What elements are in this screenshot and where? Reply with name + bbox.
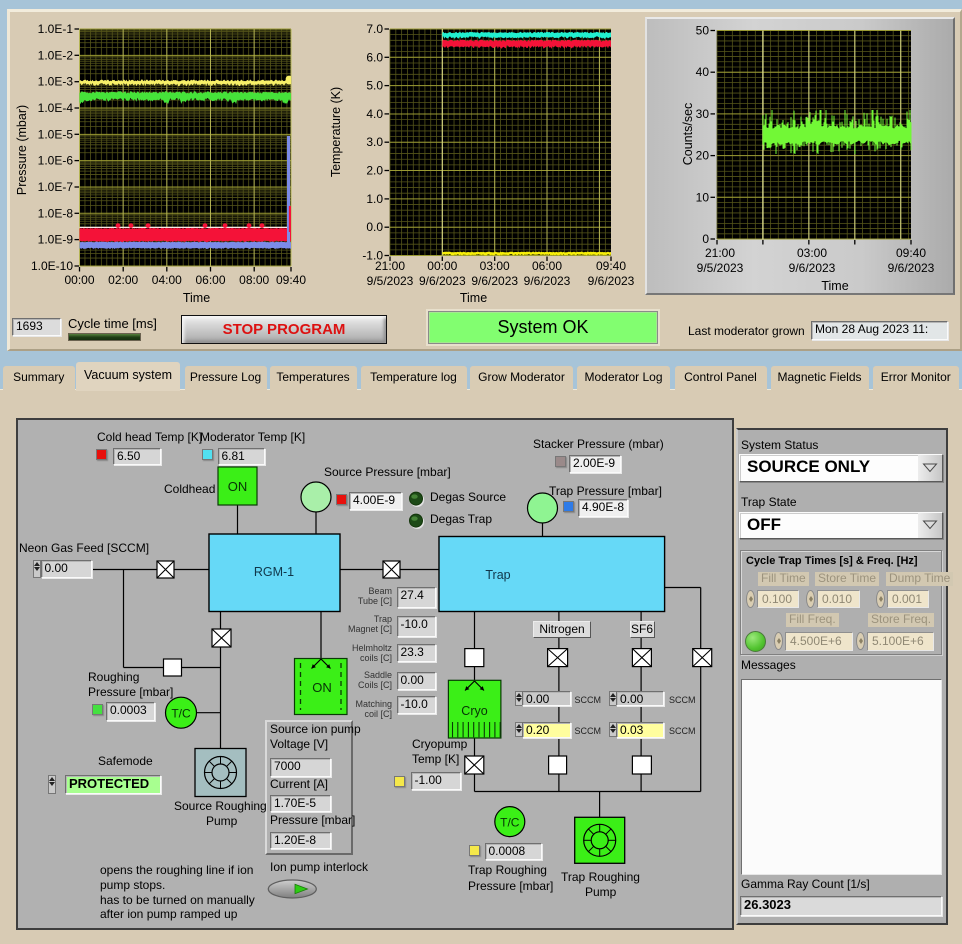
svg-text:9/6/2023: 9/6/2023 (789, 261, 836, 275)
svg-text:Trap: Trap (485, 568, 510, 582)
svg-text:21:00: 21:00 (375, 259, 405, 273)
svg-text:00:00: 00:00 (427, 259, 457, 273)
svg-text:5.0: 5.0 (366, 79, 383, 93)
svg-text:Temperature (K): Temperature (K) (329, 87, 343, 177)
svg-text:Time: Time (183, 291, 210, 305)
svg-text:03:00: 03:00 (480, 259, 510, 273)
svg-text:1.0E-1: 1.0E-1 (38, 22, 74, 36)
svg-text:1.0E-6: 1.0E-6 (38, 154, 74, 168)
svg-text:06:00: 06:00 (195, 273, 225, 287)
svg-text:10: 10 (696, 190, 710, 204)
svg-text:Time: Time (460, 291, 487, 305)
svg-text:1.0: 1.0 (366, 192, 383, 206)
svg-text:1.0E-4: 1.0E-4 (38, 101, 74, 115)
svg-text:7.0: 7.0 (366, 22, 383, 36)
svg-text:9/6/2023: 9/6/2023 (419, 274, 466, 288)
svg-text:9/6/2023: 9/6/2023 (888, 261, 935, 275)
svg-text:1.0E-3: 1.0E-3 (38, 75, 74, 89)
svg-text:21:00: 21:00 (705, 246, 735, 260)
svg-text:Counts/sec: Counts/sec (681, 103, 695, 166)
svg-text:ON: ON (228, 479, 248, 494)
svg-text:9/5/2023: 9/5/2023 (367, 274, 414, 288)
svg-text:08:00: 08:00 (239, 273, 269, 287)
svg-text:1.0E-2: 1.0E-2 (38, 48, 74, 62)
svg-text:1.0E-7: 1.0E-7 (38, 180, 74, 194)
svg-text:RGM-1: RGM-1 (254, 565, 294, 579)
svg-text:06:00: 06:00 (532, 259, 562, 273)
svg-text:6.0: 6.0 (366, 50, 383, 64)
svg-text:40: 40 (696, 65, 710, 79)
svg-text:20: 20 (696, 149, 710, 163)
svg-text:T/C: T/C (171, 707, 191, 721)
svg-text:Cryo: Cryo (461, 704, 487, 718)
svg-text:02:00: 02:00 (108, 273, 138, 287)
svg-text:00:00: 00:00 (64, 273, 94, 287)
svg-text:3.0: 3.0 (366, 135, 383, 149)
svg-text:1.0E-10: 1.0E-10 (31, 259, 73, 273)
svg-text:04:00: 04:00 (152, 273, 182, 287)
svg-text:1.0E-8: 1.0E-8 (38, 206, 74, 220)
svg-text:30: 30 (696, 107, 710, 121)
svg-text:1.0E-5: 1.0E-5 (38, 127, 74, 141)
svg-text:9/5/2023: 9/5/2023 (697, 261, 744, 275)
svg-text:T/C: T/C (500, 815, 520, 829)
svg-text:0: 0 (702, 232, 709, 246)
svg-text:09:40: 09:40 (276, 273, 306, 287)
svg-text:9/6/2023: 9/6/2023 (471, 274, 518, 288)
svg-text:03:00: 03:00 (797, 246, 827, 260)
svg-text:4.0: 4.0 (366, 107, 383, 121)
svg-text:50: 50 (696, 24, 710, 38)
svg-text:1.0E-9: 1.0E-9 (38, 233, 74, 247)
svg-text:0.0: 0.0 (366, 220, 383, 234)
svg-text:2.0: 2.0 (366, 164, 383, 178)
svg-text:Time: Time (821, 279, 848, 293)
svg-text:9/6/2023: 9/6/2023 (588, 274, 635, 288)
svg-text:09:40: 09:40 (896, 246, 926, 260)
svg-text:09:40: 09:40 (596, 259, 626, 273)
svg-text:Pressure (mbar): Pressure (mbar) (15, 105, 29, 195)
svg-text:9/6/2023: 9/6/2023 (524, 274, 571, 288)
